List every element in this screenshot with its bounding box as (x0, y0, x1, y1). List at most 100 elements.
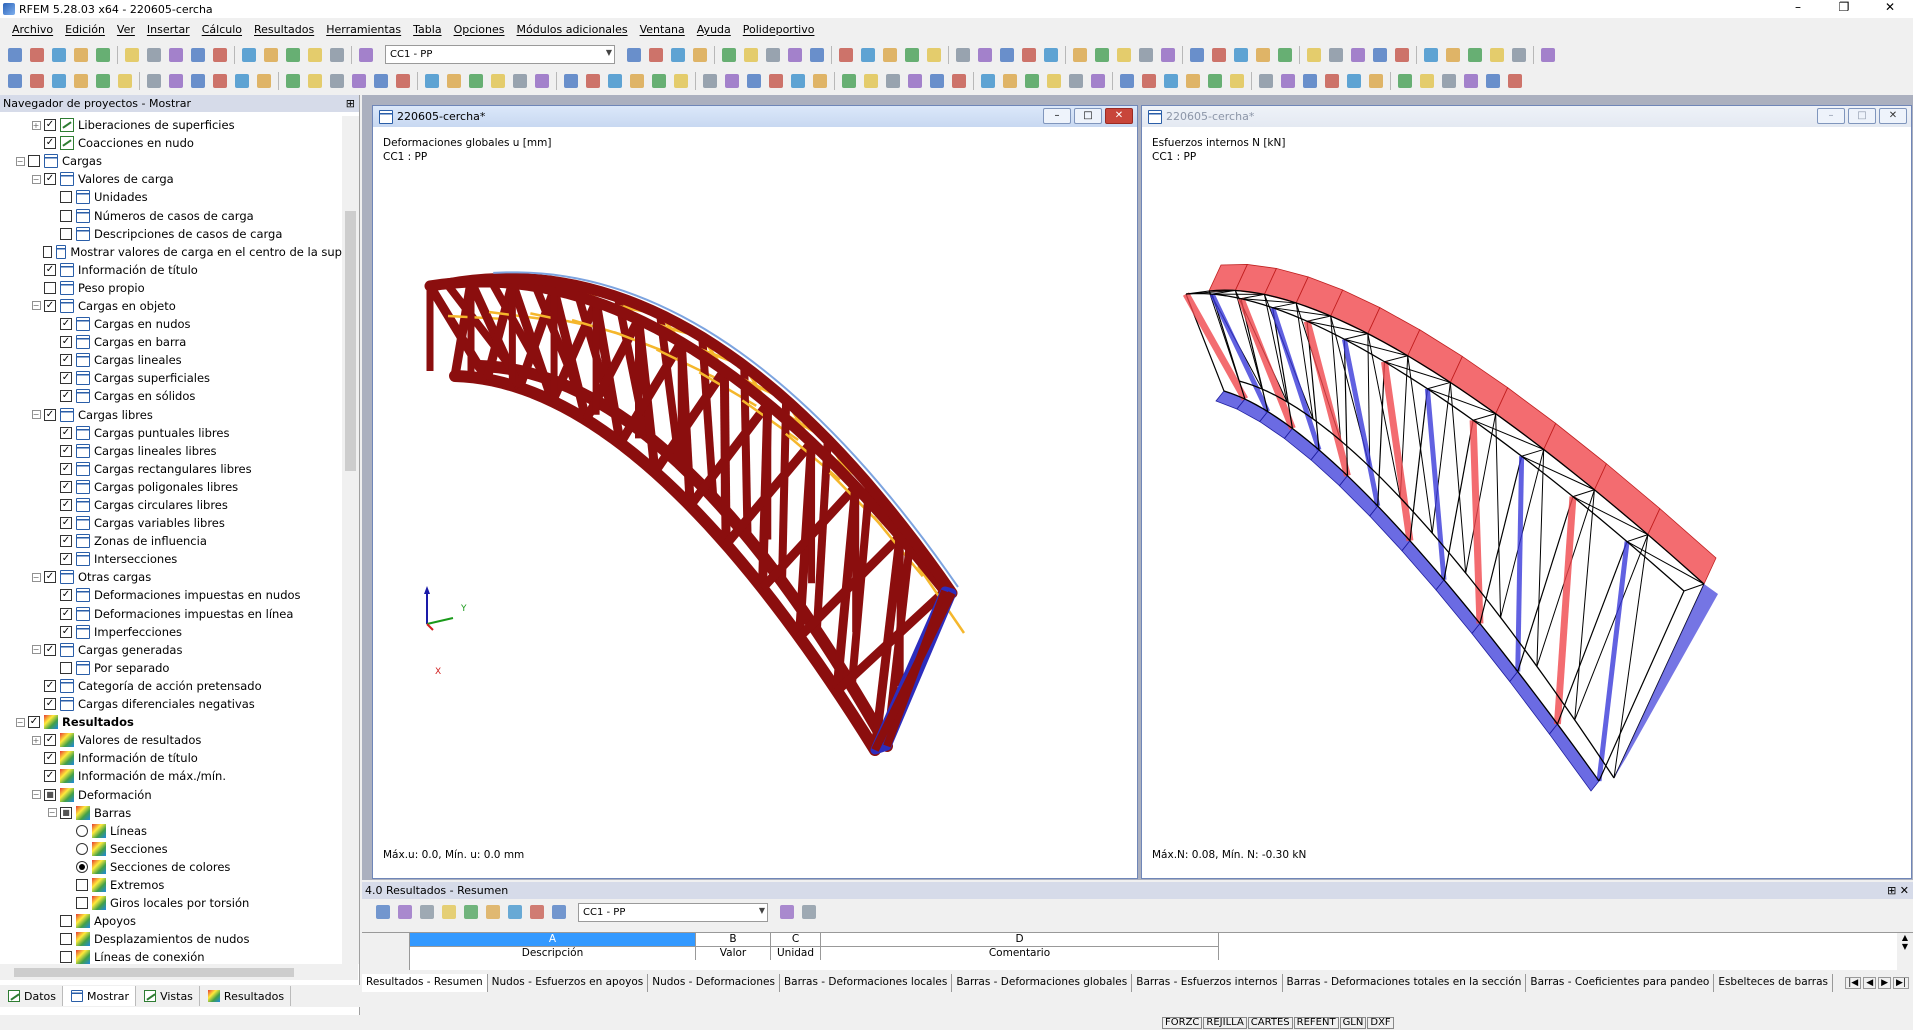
checkbox[interactable] (60, 662, 72, 674)
tree-item[interactable]: Peso propio (0, 279, 342, 297)
toolbar-button[interactable] (27, 45, 47, 65)
toolbar-button[interactable] (71, 71, 91, 91)
toolbar-button[interactable] (122, 45, 142, 65)
status-refent[interactable]: REFENT (1294, 1017, 1339, 1029)
toolbar-button[interactable] (744, 71, 764, 91)
collapse-icon[interactable]: − (16, 718, 25, 727)
toolbar-button[interactable] (1227, 71, 1247, 91)
tab-resultados[interactable]: Resultados (200, 986, 291, 1006)
status-dxf[interactable]: DXF (1367, 1017, 1393, 1029)
results-toolbar-button[interactable] (373, 902, 393, 922)
toolbar-button[interactable] (1395, 71, 1415, 91)
toolbar-button[interactable] (327, 45, 347, 65)
close-button[interactable]: ✕ (1867, 0, 1913, 18)
toolbar-button[interactable] (1483, 71, 1503, 91)
toolbar-button[interactable] (210, 71, 230, 91)
checkbox[interactable]: ✓ (60, 390, 72, 402)
toolbar-button[interactable] (1041, 45, 1061, 65)
results-tab-2[interactable]: Nudos - Deformaciones (648, 974, 780, 992)
toolbar-button[interactable] (1417, 71, 1437, 91)
toolbar-button[interactable] (371, 71, 391, 91)
tree-item[interactable]: ✓Cargas lineales (0, 351, 342, 369)
toolbar-button[interactable] (949, 71, 969, 91)
toolbar-button[interactable] (393, 71, 413, 91)
toolbar-button[interactable] (1538, 45, 1558, 65)
tree-item[interactable]: Extremos (0, 876, 342, 894)
toolbar-button[interactable] (27, 71, 47, 91)
toolbar-button[interactable] (93, 45, 113, 65)
tab-mostrar[interactable]: Mostrar (63, 986, 136, 1006)
toolbar-button[interactable] (1088, 71, 1108, 91)
navigator-vscrollbar[interactable] (342, 116, 359, 964)
tree-item[interactable]: Líneas de conexión (0, 948, 342, 964)
tree-item[interactable]: +✓Valores de resultados (0, 731, 342, 749)
table-vscrollbar[interactable]: ▲▼ (1897, 933, 1913, 970)
tree-item[interactable]: +✓Liberaciones de superficies (0, 116, 342, 134)
checkbox[interactable]: ✓ (28, 716, 40, 728)
tree-item[interactable]: −✓Cargas generadas (0, 641, 342, 659)
truss-axial-force-viewport[interactable] (1144, 166, 1909, 816)
menu-resultados[interactable]: Resultados (248, 23, 320, 36)
checkbox[interactable] (60, 915, 72, 927)
toolbar-button[interactable] (71, 45, 91, 65)
toolbar-button[interactable] (1161, 71, 1181, 91)
radio-button[interactable] (76, 825, 88, 837)
toolbar-button[interactable] (1139, 71, 1159, 91)
window-minimize-button[interactable]: – (1043, 108, 1071, 124)
column-header-comentario[interactable]: Comentario (821, 946, 1219, 960)
toolbar-button[interactable] (261, 45, 281, 65)
collapse-icon[interactable]: − (32, 790, 41, 799)
tree-item[interactable]: Unidades (0, 188, 342, 206)
checkbox[interactable]: ✓ (44, 680, 56, 692)
window-close-button[interactable]: ✕ (1879, 108, 1907, 124)
results-tab-1[interactable]: Nudos - Esfuerzos en apoyos (488, 974, 649, 992)
toolbar-button[interactable] (997, 45, 1017, 65)
checkbox[interactable]: ✓ (44, 734, 56, 746)
results-toolbar-button[interactable] (777, 902, 797, 922)
collapse-icon[interactable]: − (32, 573, 41, 582)
checkbox[interactable]: ✓ (44, 137, 56, 149)
toolbar-button[interactable] (785, 45, 805, 65)
checkbox[interactable]: ✓ (44, 409, 56, 421)
tree-item[interactable]: Descripciones de casos de carga (0, 225, 342, 243)
toolbar-button[interactable] (927, 71, 947, 91)
expand-toggle[interactable]: − (30, 645, 42, 654)
tree-item[interactable]: ✓Cargas circulares libres (0, 496, 342, 514)
expand-toggle[interactable]: − (30, 301, 42, 310)
toolbar-button[interactable] (561, 71, 581, 91)
toolbar-button[interactable] (488, 71, 508, 91)
toolbar-button[interactable] (788, 71, 808, 91)
toolbar-button[interactable] (115, 71, 135, 91)
tree-item[interactable]: ✓Cargas en nudos (0, 315, 342, 333)
toolbar-button[interactable] (49, 45, 69, 65)
collapse-icon[interactable]: − (16, 157, 25, 166)
toolbar-button[interactable] (1158, 45, 1178, 65)
tree-item[interactable]: Por separado (0, 659, 342, 677)
results-toolbar-button[interactable] (527, 902, 547, 922)
checkbox[interactable]: ✓ (60, 608, 72, 620)
toolbar-button[interactable] (188, 71, 208, 91)
tree-item[interactable]: ✓Categoría de acción pretensado (0, 677, 342, 695)
checkbox[interactable]: ✓ (44, 752, 56, 764)
results-tab-5[interactable]: Barras - Esfuerzos internos (1132, 974, 1282, 992)
menu-herramientas[interactable]: Herramientas (320, 23, 407, 36)
tree-item[interactable]: ✓Información de título (0, 749, 342, 767)
toolbar-button[interactable] (624, 45, 644, 65)
checkbox[interactable] (60, 933, 72, 945)
results-toolbar-button[interactable] (461, 902, 481, 922)
toolbar-button[interactable] (210, 45, 230, 65)
toolbar-button[interactable] (283, 45, 303, 65)
menu-opciones[interactable]: Opciones (448, 23, 511, 36)
toolbar-button[interactable] (1231, 45, 1251, 65)
window-titlebar[interactable]: 220605-cercha* – □ ✕ (373, 106, 1137, 127)
radio-button[interactable] (76, 843, 88, 855)
status-forzc[interactable]: FORZC (1162, 1017, 1202, 1029)
radio-button[interactable] (76, 861, 88, 873)
tree-item[interactable]: −✓Cargas en objeto (0, 297, 342, 315)
expand-toggle[interactable]: + (30, 121, 42, 130)
toolbar-button[interactable] (880, 45, 900, 65)
checkbox[interactable]: ✓ (44, 644, 56, 656)
load-case-combo[interactable]: CC1 - PP▼ (385, 45, 615, 64)
tree-item[interactable]: Apoyos (0, 912, 342, 930)
tab-scroll-arrow-icon[interactable]: ▶ (1878, 977, 1891, 989)
